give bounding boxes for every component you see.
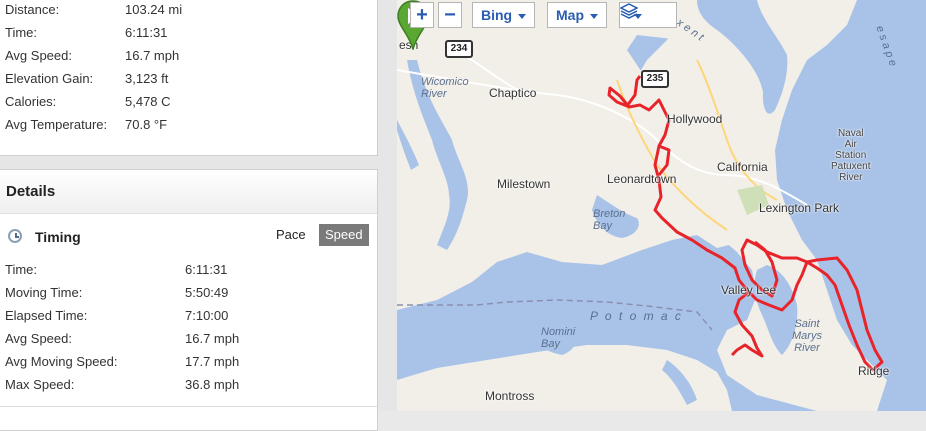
summary-value: 5,478 C <box>125 94 171 109</box>
details-title: Details <box>6 183 56 200</box>
timing-label: Max Speed: <box>5 377 75 392</box>
timing-value: 36.8 mph <box>185 377 240 392</box>
map-provider-dropdown[interactable]: Bing <box>472 2 536 28</box>
route-235-shield: 235 <box>641 70 669 88</box>
zoom-in-button[interactable]: + <box>410 2 434 28</box>
details-header: Details <box>0 170 377 214</box>
timing-label: Moving Time: <box>5 285 83 300</box>
summary-label: Calories: <box>5 94 57 109</box>
water-label: Wicomico River <box>421 76 469 100</box>
summary-label: Distance: <box>5 2 60 17</box>
place-label: Hollywood <box>667 112 723 126</box>
activity-sidebar: Distance: 103.24 mi Time: 6:11:31 Avg Sp… <box>0 0 397 431</box>
timing-title: Timing <box>35 229 81 245</box>
summary-label: Time: <box>5 25 38 40</box>
summary-label: Elevation Gain: <box>5 71 94 86</box>
route-234-shield: 234 <box>445 40 473 58</box>
place-label: Leonardtown <box>607 172 677 186</box>
timing-label: Avg Speed: <box>5 331 72 346</box>
summary-value: 103.24 mi <box>125 2 183 17</box>
summary-value: 70.8 °F <box>125 117 168 132</box>
water-label: P o t o m a c <box>590 309 683 323</box>
water-label: Saint Marys River <box>792 318 822 354</box>
place-label: Naval Air Station Patuxent River <box>831 128 871 183</box>
water-label: Breton Bay <box>593 208 626 232</box>
divider <box>0 406 377 407</box>
place-label: Ridge <box>858 364 890 378</box>
speed-toggle[interactable]: Speed <box>319 224 369 246</box>
chevron-down-icon <box>590 13 598 19</box>
pace-toggle[interactable]: Pace <box>270 224 312 246</box>
place-label: Milestown <box>497 177 551 191</box>
timing-value: 17.7 mph <box>185 354 240 369</box>
summary-label: Avg Speed: <box>5 48 72 63</box>
map-provider-label: Bing <box>481 7 513 23</box>
summary-value: 6:11:31 <box>125 25 168 40</box>
map-canvas <box>397 0 926 411</box>
place-label: Lexington Park <box>759 201 840 215</box>
summary-value: 3,123 ft <box>125 71 169 86</box>
chevron-down-icon <box>518 13 527 19</box>
details-panel: Details Timing Pace Speed Time: 6:11:31 … <box>0 169 378 431</box>
map-layers-dropdown[interactable] <box>619 2 677 28</box>
summary-panel: Distance: 103.24 mi Time: 6:11:31 Avg Sp… <box>0 0 378 156</box>
timing-label: Avg Moving Speed: <box>5 354 118 369</box>
summary-label: Avg Temperature: <box>5 117 108 132</box>
timing-value: 5:50:49 <box>185 285 229 300</box>
timing-label: Time: <box>5 262 38 277</box>
map-type-dropdown[interactable]: Map <box>547 2 607 28</box>
place-label: California <box>717 160 768 174</box>
summary-value: 16.7 mph <box>125 48 180 63</box>
clock-icon <box>8 229 22 243</box>
timing-value: 16.7 mph <box>185 331 240 346</box>
water-label: Nomini Bay <box>541 326 576 350</box>
timing-value: 6:11:31 <box>185 262 228 277</box>
route-map[interactable]: 234 235 esh Chaptico Hollywood Californi… <box>397 0 926 411</box>
place-label: Chaptico <box>489 86 537 100</box>
place-label: Valley Lee <box>721 283 777 297</box>
sidebar-scrollbar[interactable] <box>385 0 397 411</box>
timing-value: 7:10:00 <box>185 308 229 323</box>
place-label: Montross <box>485 389 535 403</box>
layers-icon <box>620 3 638 19</box>
map-type-label: Map <box>556 7 584 23</box>
timing-label: Elapsed Time: <box>5 308 88 323</box>
zoom-out-button[interactable]: − <box>438 2 462 28</box>
